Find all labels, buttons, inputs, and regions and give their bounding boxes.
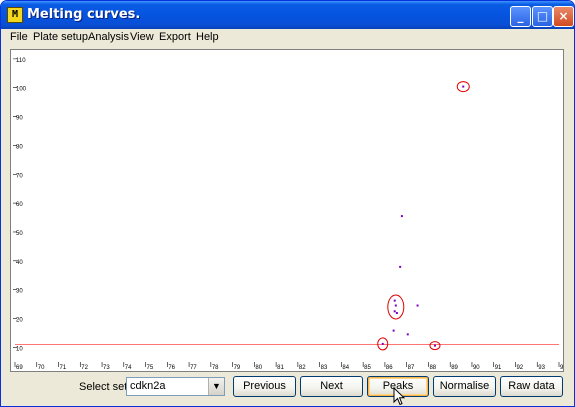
next-button[interactable]: Next — [300, 376, 363, 397]
menu-analysis[interactable]: Analysis — [88, 31, 129, 43]
x-tick-label: 72 — [81, 365, 88, 371]
window-title: Melting curves. — [27, 7, 141, 22]
data-point — [406, 333, 409, 336]
x-tick-label: 86 — [386, 365, 393, 371]
y-tick-label: 90 — [16, 116, 23, 122]
data-point — [416, 304, 419, 307]
y-tick-label: 100 — [16, 87, 27, 93]
normalise-button[interactable]: Normalise — [433, 376, 496, 397]
minimize-button[interactable]: _ — [510, 6, 531, 27]
data-point — [395, 312, 398, 315]
menu-file[interactable]: File — [10, 31, 28, 43]
chevron-down-icon[interactable]: ▼ — [208, 378, 224, 395]
x-tick-label: 75 — [147, 365, 154, 371]
select-set-label: Select set — [79, 381, 128, 393]
selected-set-value: cdkn2a — [130, 380, 166, 392]
x-tick-label: 70 — [38, 365, 45, 371]
x-tick-label: 79 — [234, 365, 241, 371]
y-tick-label: 70 — [16, 173, 23, 179]
data-point — [393, 310, 396, 313]
x-tick-label: 94 — [560, 365, 563, 371]
data-point — [394, 304, 397, 307]
app-chart-icon: M — [7, 7, 23, 23]
x-tick-label: 89 — [451, 365, 458, 371]
menu-export[interactable]: Export — [159, 31, 191, 43]
x-tick-label: 85 — [364, 365, 371, 371]
x-tick-label: 74 — [125, 365, 132, 371]
data-point — [462, 85, 465, 88]
y-tick-label: 20 — [16, 318, 23, 324]
y-tick-label: 10 — [16, 346, 23, 352]
data-point — [393, 299, 396, 302]
plot-canvas: 110 100 90 80 70 60 50 40 30 20 10 69 70 71 72 73 74 75 76… — [13, 58, 563, 371]
data-point — [392, 329, 395, 332]
melting-curve-plot[interactable]: 110 100 90 80 70 60 50 40 30 20 10 69 70 71 72 73 74 75 76… — [10, 49, 564, 372]
peak-marker — [387, 294, 405, 320]
previous-button[interactable]: Previous — [233, 376, 296, 397]
x-tick-label: 77 — [190, 365, 197, 371]
y-tick-label: 30 — [16, 289, 23, 295]
data-point — [399, 265, 402, 268]
x-tick-label: 78 — [212, 365, 219, 371]
menu-bar: File Plate setup Analysis View Export He… — [1, 29, 574, 48]
x-tick-label: 93 — [538, 365, 545, 371]
menu-help[interactable]: Help — [196, 31, 219, 43]
data-point — [381, 342, 384, 345]
x-tick-label: 91 — [495, 365, 502, 371]
raw-data-button[interactable]: Raw data — [500, 376, 563, 397]
data-point — [400, 215, 403, 218]
x-tick-label: 69 — [16, 365, 23, 371]
maximize-button[interactable]: □ — [532, 6, 553, 27]
x-tick-label: 73 — [103, 365, 110, 371]
select-set-dropdown[interactable]: cdkn2a ▼ — [126, 377, 225, 396]
title-bar[interactable]: M Melting curves. _ □ × — [1, 1, 574, 29]
x-tick-label: 76 — [168, 365, 175, 371]
x-tick-label: 92 — [516, 365, 523, 371]
x-tick-label: 87 — [408, 365, 415, 371]
x-tick-label: 71 — [60, 365, 67, 371]
x-tick-label: 80 — [255, 365, 262, 371]
menu-view[interactable]: View — [130, 31, 154, 43]
mouse-cursor-icon — [393, 387, 405, 406]
x-tick-label: 81 — [277, 365, 284, 371]
y-tick-label: 40 — [16, 260, 23, 266]
melting-curves-window: M Melting curves. _ □ × File Plate setup… — [0, 0, 575, 407]
y-tick-label: 50 — [16, 231, 23, 237]
data-point — [433, 344, 436, 347]
x-tick-label: 88 — [429, 365, 436, 371]
x-tick-label: 84 — [342, 365, 349, 371]
x-tick-label: 82 — [299, 365, 306, 371]
y-tick-label: 80 — [16, 144, 23, 150]
y-tick-label: 60 — [16, 202, 23, 208]
bottom-toolbar: Select set cdkn2a ▼ Previous Next Peaks … — [1, 373, 574, 406]
x-tick-label: 83 — [321, 365, 328, 371]
close-button[interactable]: × — [553, 6, 574, 27]
y-tick-label: 110 — [16, 58, 26, 64]
menu-plate-setup[interactable]: Plate setup — [33, 31, 88, 43]
x-tick-label: 90 — [473, 365, 480, 371]
